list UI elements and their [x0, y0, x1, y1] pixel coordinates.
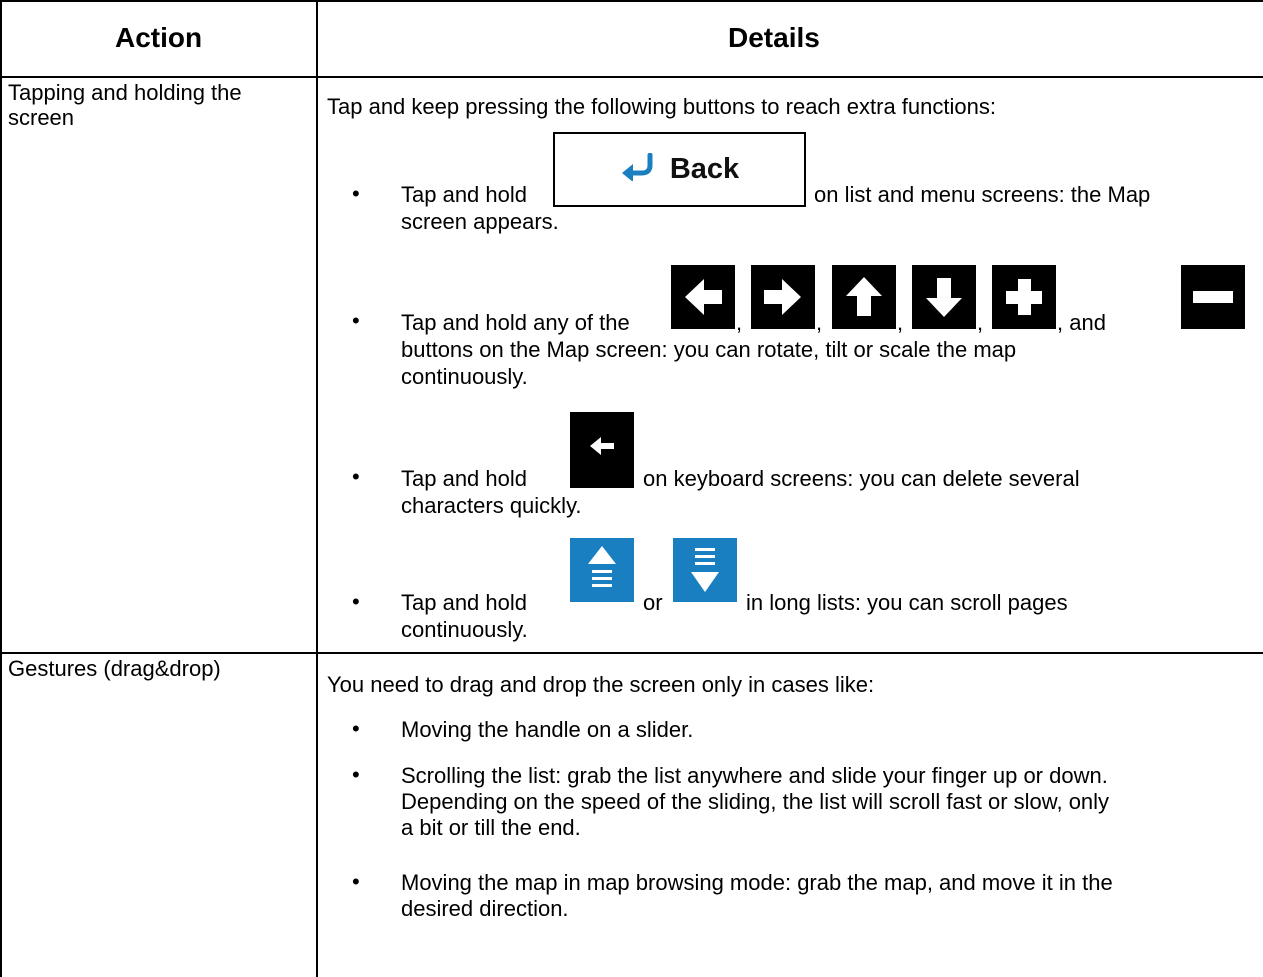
b3-post: on keyboard screens: you can delete seve…	[643, 466, 1080, 491]
b2-pre: Tap and hold any of the	[401, 310, 630, 335]
c3-line1: Moving the map in map browsing mode: gra…	[401, 870, 1113, 895]
plus-icon	[992, 265, 1056, 334]
bullet-6: •	[352, 762, 360, 787]
b4-pre: Tap and hold	[401, 590, 527, 615]
table-top-border	[0, 0, 1263, 2]
row1-action-line2: screen	[8, 105, 75, 130]
c1: Moving the handle on a slider.	[401, 717, 694, 742]
c2-line2: Depending on the speed of the sliding, t…	[401, 789, 1110, 814]
bullet-2: •	[352, 308, 360, 333]
arrow-left-icon	[671, 265, 735, 334]
header-action: Action	[115, 22, 203, 53]
arrow-up-icon	[832, 265, 896, 334]
b2-and: , and	[1057, 310, 1106, 335]
c3-line2: desired direction.	[401, 896, 569, 921]
back-arrow-icon	[620, 152, 656, 186]
row2-action: Gestures (drag&drop)	[8, 656, 221, 681]
backspace-icon	[570, 412, 634, 493]
bullet-5: •	[352, 716, 360, 741]
b4-post: in long lists: you can scroll pages	[746, 590, 1068, 615]
b4-line2: continuously.	[401, 617, 528, 642]
table-left-border	[0, 0, 2, 977]
c2-line1: Scrolling the list: grab the list anywhe…	[401, 763, 1108, 788]
column-divider	[316, 0, 318, 977]
b3-pre: Tap and hold	[401, 466, 527, 491]
sep-3: ,	[897, 310, 904, 335]
page-up-icon	[570, 538, 634, 607]
b2-line2: buttons on the Map screen: you can rotat…	[401, 337, 1017, 362]
arrow-down-icon	[912, 265, 976, 334]
sep-1: ,	[736, 310, 743, 335]
b1-line2: screen appears.	[401, 209, 559, 234]
b1-post: on list and menu screens: the Map	[814, 182, 1151, 207]
bullet-4: •	[352, 589, 360, 614]
bullet-1: •	[352, 181, 360, 206]
page-down-icon	[673, 538, 737, 607]
b2-line3: continuously.	[401, 364, 528, 389]
row1-action-line1: Tapping and holding the	[8, 80, 242, 105]
bullet-3: •	[352, 464, 360, 489]
info-table: Action Details Tapping and holding the s…	[0, 0, 1263, 977]
minus-icon	[1181, 265, 1245, 334]
row-divider	[0, 652, 1263, 654]
back-button-illustration: Back	[553, 132, 806, 207]
b1-pre: Tap and hold	[401, 182, 527, 207]
arrow-right-icon	[751, 265, 815, 334]
b3-line2: characters quickly.	[401, 493, 582, 518]
row2-intro: You need to drag and drop the screen onl…	[327, 672, 875, 697]
header-bottom-border	[0, 76, 1263, 78]
sep-2: ,	[816, 310, 823, 335]
c2-line3: a bit or till the end.	[401, 815, 581, 840]
back-label: Back	[669, 153, 740, 185]
header-details: Details	[728, 22, 820, 53]
bullet-7: •	[352, 869, 360, 894]
b4-or: or	[643, 590, 663, 615]
row1-intro: Tap and keep pressing the following butt…	[327, 94, 996, 119]
sep-4: ,	[977, 310, 984, 335]
